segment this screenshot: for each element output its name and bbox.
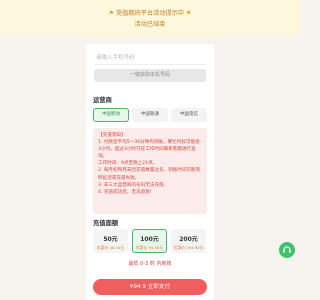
operator-option-telecom[interactable]: 中国电信: [171, 108, 207, 122]
pay-button[interactable]: ¥94.9 立即支付: [93, 279, 207, 295]
banner-notice-text: 充值期间平台活动提示中: [115, 10, 185, 17]
operator-option-unicom[interactable]: 中国联通: [132, 108, 168, 122]
arrival-note: 最低 0-3 时 内到账: [128, 261, 172, 267]
flag-icon: ⚑: [108, 10, 114, 17]
notice-line: 2. 每月初和月末因充值数量过多，到账时间可能有所延迟或充值失败。: [98, 168, 201, 181]
notice-line: 3. 非三大运营商的号码无法充值。: [98, 182, 169, 188]
amount-price: 优惠价 94.90元: [135, 245, 164, 250]
amount-value: 100元: [140, 236, 159, 243]
banner-status-text: 活动已结束: [134, 21, 166, 28]
operator-option-mobile[interactable]: 中国移动: [93, 108, 129, 122]
amount-price: 优惠价 194.90元: [173, 245, 204, 250]
amount-price: 优惠价 48.50元: [96, 245, 125, 250]
use-my-number-button[interactable]: 一键获取本机号码: [94, 69, 206, 82]
amount-option-100[interactable]: 100元 优惠价 94.90元: [132, 229, 167, 253]
notice-title: 【充值须知】: [98, 133, 126, 138]
customer-service-icon: [283, 246, 291, 253]
amount-value: 200元: [179, 236, 198, 243]
banner-notice: ⚑ 充值期间平台活动提示中 ⚑: [0, 10, 300, 18]
recharge-card: 一键获取本机号码 运营商 中国移动 中国联通 中国电信 【充值须知】 1. 付款…: [86, 44, 214, 300]
recharge-notice: 【充值须知】 1. 付款后平均5～30分钟内到账，繁忙时段可能会3小时，超过3小…: [93, 128, 207, 214]
flag-icon: ⚑: [186, 10, 192, 17]
top-banner: ⚑ 充值期间平台活动提示中 ⚑ 活动已结束: [0, 0, 300, 36]
customer-service-button[interactable]: [279, 242, 295, 258]
amount-value: 50元: [103, 236, 118, 243]
notice-line: 工作时间：9点至晚上21点。: [98, 161, 158, 167]
notice-line: 1. 付款后平均5～30分钟内到账，繁忙时段可能会3小时，超过3小时可在工作时间…: [98, 140, 200, 160]
notice-line: 4. 充值成功后，无法退款！: [98, 189, 155, 195]
operator-title: 运营商: [93, 97, 112, 104]
phone-input[interactable]: [94, 51, 206, 65]
amount-title: 充值面额: [93, 220, 119, 227]
amount-option-50[interactable]: 50元 优惠价 48.50元: [93, 229, 128, 253]
amount-option-200[interactable]: 200元 优惠价 194.90元: [171, 229, 206, 253]
